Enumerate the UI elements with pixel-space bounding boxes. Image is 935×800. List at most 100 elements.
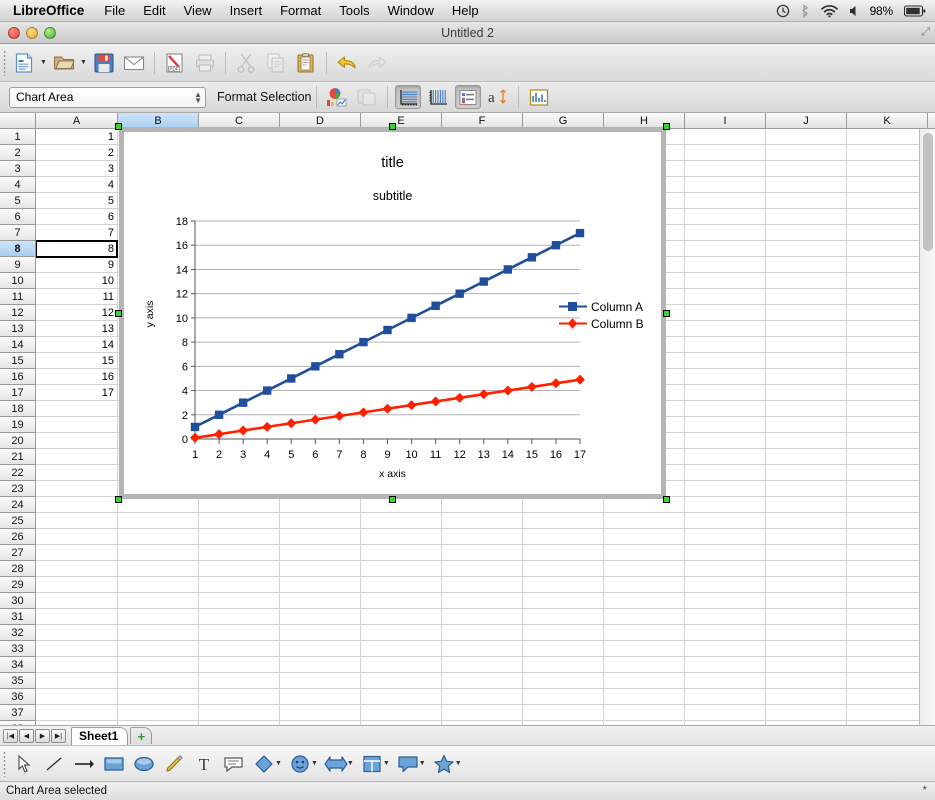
cell-K29[interactable]	[847, 577, 919, 593]
cell-E37[interactable]	[361, 705, 442, 721]
cell-D24[interactable]	[280, 497, 361, 513]
cell-G28[interactable]	[523, 561, 604, 577]
cell-I22[interactable]	[685, 465, 766, 481]
cell-I36[interactable]	[685, 689, 766, 705]
cell-I8[interactable]	[685, 241, 766, 257]
data-point-s2-x3[interactable]	[238, 425, 249, 436]
cell-B26[interactable]	[118, 529, 199, 545]
column-header-d[interactable]: D	[280, 113, 361, 128]
arrow-icon[interactable]	[69, 749, 99, 779]
column-header-a[interactable]: A	[36, 113, 118, 128]
cell-A18[interactable]	[36, 401, 118, 417]
cell-I15[interactable]	[685, 353, 766, 369]
cell-B25[interactable]	[118, 513, 199, 529]
row-header-24[interactable]: 24	[0, 497, 36, 513]
data-point-s1-x4[interactable]	[262, 386, 272, 395]
cell-A9[interactable]: 9	[36, 257, 118, 273]
row-header-18[interactable]: 18	[0, 401, 36, 417]
data-point-s2-x2[interactable]	[214, 429, 225, 440]
cell-B24[interactable]	[118, 497, 199, 513]
scale-text-icon[interactable]: a	[485, 85, 511, 109]
cell-C28[interactable]	[199, 561, 280, 577]
menu-app-name[interactable]: LibreOffice	[0, 3, 95, 18]
cell-I28[interactable]	[685, 561, 766, 577]
cell-H33[interactable]	[604, 641, 685, 657]
cell-A33[interactable]	[36, 641, 118, 657]
cell-H36[interactable]	[604, 689, 685, 705]
cell-G25[interactable]	[523, 513, 604, 529]
cell-J11[interactable]	[766, 289, 847, 305]
select-all-corner[interactable]	[0, 113, 36, 128]
cell-H35[interactable]	[604, 673, 685, 689]
cell-I17[interactable]	[685, 385, 766, 401]
cell-I30[interactable]	[685, 593, 766, 609]
cell-I10[interactable]	[685, 273, 766, 289]
cell-F34[interactable]	[442, 657, 523, 673]
cell-A36[interactable]	[36, 689, 118, 705]
cell-I2[interactable]	[685, 145, 766, 161]
cell-D35[interactable]	[280, 673, 361, 689]
cell-K9[interactable]	[847, 257, 919, 273]
cell-E32[interactable]	[361, 625, 442, 641]
chart-type-icon[interactable]	[324, 85, 350, 109]
cell-C30[interactable]	[199, 593, 280, 609]
cell-K34[interactable]	[847, 657, 919, 673]
cell-K17[interactable]	[847, 385, 919, 401]
cell-A30[interactable]	[36, 593, 118, 609]
data-point-s2-x11[interactable]	[430, 396, 441, 407]
column-header-c[interactable]: C	[199, 113, 280, 128]
data-point-s1-x6[interactable]	[311, 362, 320, 371]
cell-A28[interactable]	[36, 561, 118, 577]
cell-B30[interactable]	[118, 593, 199, 609]
chart-canvas[interactable]: title subtitle y axis x axis 0 2 4 6 8 10 12 14…	[124, 132, 661, 494]
freeform-line-icon[interactable]	[159, 749, 189, 779]
cell-A24[interactable]	[36, 497, 118, 513]
volume-icon[interactable]	[849, 4, 859, 18]
export-pdf-icon[interactable]: PDF	[161, 48, 189, 78]
cell-D36[interactable]	[280, 689, 361, 705]
row-header-20[interactable]: 20	[0, 433, 36, 449]
cell-A17[interactable]: 17	[36, 385, 118, 401]
cell-A32[interactable]	[36, 625, 118, 641]
chart-handle-top-left[interactable]	[115, 123, 122, 130]
cell-A16[interactable]: 16	[36, 369, 118, 385]
cell-E26[interactable]	[361, 529, 442, 545]
cell-D26[interactable]	[280, 529, 361, 545]
cell-H32[interactable]	[604, 625, 685, 641]
cell-F37[interactable]	[442, 705, 523, 721]
data-point-s1-x1[interactable]	[190, 422, 200, 432]
toolbar-grip[interactable]	[0, 44, 9, 81]
row-header-7[interactable]: 7	[0, 225, 36, 241]
cell-G36[interactable]	[523, 689, 604, 705]
cell-I13[interactable]	[685, 321, 766, 337]
column-header-b[interactable]: B	[118, 113, 199, 128]
cell-C35[interactable]	[199, 673, 280, 689]
cell-K18[interactable]	[847, 401, 919, 417]
cell-D27[interactable]	[280, 545, 361, 561]
row-header-19[interactable]: 19	[0, 417, 36, 433]
cell-F36[interactable]	[442, 689, 523, 705]
column-header-f[interactable]: F	[442, 113, 523, 128]
row-header-21[interactable]: 21	[0, 449, 36, 465]
cell-J27[interactable]	[766, 545, 847, 561]
cell-D34[interactable]	[280, 657, 361, 673]
cell-J5[interactable]	[766, 193, 847, 209]
row-header-10[interactable]: 10	[0, 273, 36, 289]
cell-J15[interactable]	[766, 353, 847, 369]
cell-K21[interactable]	[847, 449, 919, 465]
cell-I9[interactable]	[685, 257, 766, 273]
cell-K11[interactable]	[847, 289, 919, 305]
block-arrows-dropdown-arrow[interactable]: ▼	[347, 760, 354, 767]
cell-A12[interactable]: 12	[36, 305, 118, 321]
data-point-s2-x7[interactable]	[334, 410, 345, 421]
cell-J14[interactable]	[766, 337, 847, 353]
cell-I5[interactable]	[685, 193, 766, 209]
cell-A7[interactable]: 7	[36, 225, 118, 241]
column-header-j[interactable]: J	[766, 113, 847, 128]
cell-G26[interactable]	[523, 529, 604, 545]
callouts-dropdown-arrow[interactable]: ▼	[419, 760, 426, 767]
cell-J10[interactable]	[766, 273, 847, 289]
cell-K16[interactable]	[847, 369, 919, 385]
cell-F29[interactable]	[442, 577, 523, 593]
column-header-g[interactable]: G	[523, 113, 604, 128]
